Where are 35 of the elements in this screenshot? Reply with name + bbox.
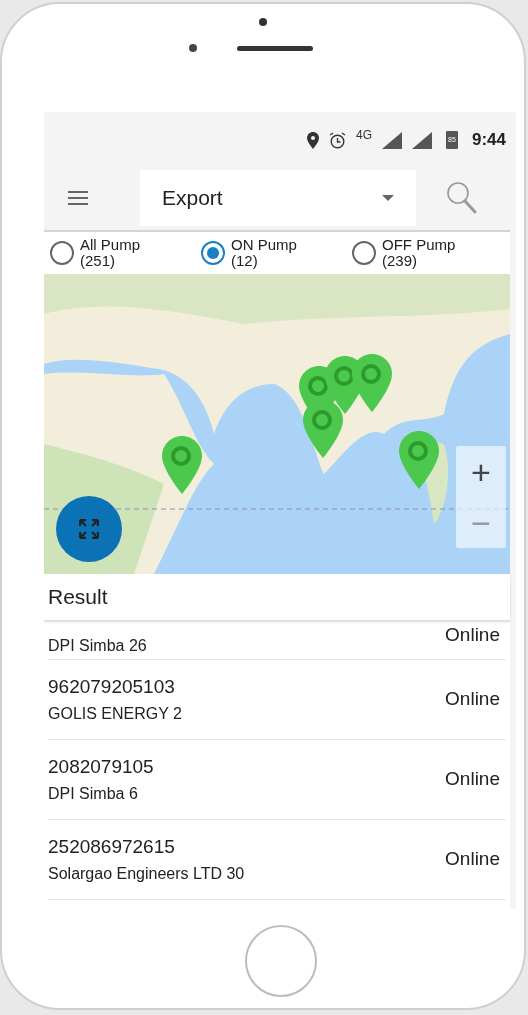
signal-icon	[411, 131, 432, 149]
signal-icon	[381, 131, 402, 149]
network-type: 4G	[355, 127, 372, 144]
home-button[interactable]	[245, 925, 317, 997]
pump-id: 962079205103	[48, 675, 176, 700]
search-icon[interactable]	[446, 181, 478, 215]
pump-status: Online	[445, 847, 500, 872]
sensor-icon	[189, 44, 197, 52]
export-dropdown[interactable]: Export	[140, 170, 416, 226]
menu-icon[interactable]	[68, 190, 88, 206]
alarm-icon	[328, 131, 346, 149]
pump-id: 2082079105	[48, 755, 154, 780]
map[interactable]: + −	[44, 274, 510, 574]
speaker-icon	[237, 45, 313, 51]
camera-icon	[259, 18, 267, 26]
map-pin-icon[interactable]	[162, 436, 202, 494]
caret-icon	[382, 195, 394, 201]
pump-status: Online	[445, 623, 500, 648]
pump-filter-radio[interactable]: All Pump (251)	[50, 237, 201, 269]
pump-status: Online	[445, 767, 500, 792]
pump-id: 252086972615	[48, 835, 176, 860]
map-pin-cluster-icon[interactable]	[299, 354, 392, 458]
pump-name: Solargao Engineers LTD 30	[48, 863, 245, 884]
expand-icon	[79, 519, 99, 539]
pump-name: DPI Simba 6	[48, 783, 139, 804]
pump-name: DPI Simba 26	[48, 635, 147, 656]
zoom-in-button[interactable]: +	[456, 446, 506, 497]
map-pin-icon[interactable]	[399, 431, 439, 489]
result-heading: Result	[44, 574, 510, 620]
pump-filter-radio[interactable]: ON Pump (12)	[201, 237, 352, 269]
location-icon	[306, 131, 319, 149]
clock-time: 9:44	[471, 129, 506, 152]
pump-filter-radio[interactable]: OFF Pump (239)	[352, 237, 503, 269]
pump-status: Online	[445, 687, 500, 712]
pump-name: GOLIS ENERGY 2	[48, 703, 182, 724]
